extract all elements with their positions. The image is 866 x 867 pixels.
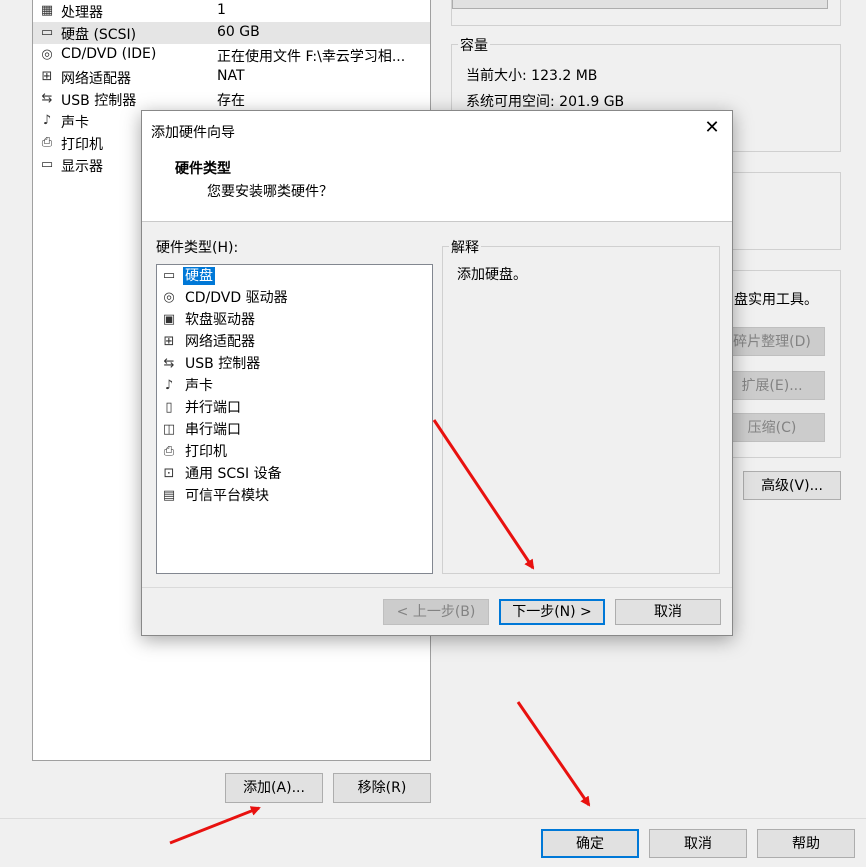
tpm-icon: ▤: [162, 488, 176, 503]
device-row[interactable]: ▦ 处理器 1: [33, 0, 430, 22]
device-name: 处理器: [61, 5, 103, 21]
device-summary: 1: [217, 2, 226, 18]
cd-dvd-icon: ◎: [163, 290, 175, 305]
capacity-title: 容量: [458, 35, 490, 55]
sound-card-icon: ♪: [164, 378, 174, 393]
hardware-type-label: 硬盘: [183, 267, 215, 285]
add-hardware-button[interactable]: 添加(A)...: [225, 773, 323, 803]
device-row[interactable]: ◎ CD/DVD (IDE) 正在使用文件 F:\幸云学习相...: [33, 44, 430, 66]
hardware-type-label: CD/DVD 驱动器: [185, 290, 288, 306]
cancel-button[interactable]: 取消: [649, 829, 747, 858]
dialog-cancel-button[interactable]: 取消: [615, 599, 721, 625]
add-hardware-wizard-dialog: 添加硬件向导 ✕ 硬件类型 您要安装哪类硬件？ 硬件类型(H): ▭ 硬盘 ◎ CD/…: [141, 110, 733, 636]
printer-icon: ⎙: [163, 444, 175, 459]
hardware-type-list[interactable]: ▭ 硬盘 ◎ CD/DVD 驱动器 ▣ 软盘驱动器 ⊞ 网络适配器 ⇆ USB 控制器 ♪ 声卡 ▯ 并行…: [156, 264, 433, 574]
explanation-title: 解释: [449, 237, 481, 257]
wizard-subheading: 您要安装哪类硬件？: [207, 184, 333, 200]
device-name: CD/DVD (IDE): [61, 46, 157, 62]
device-status-group: [451, 0, 841, 26]
device-name: 声卡: [61, 115, 89, 131]
defragment-button[interactable]: 碎片整理(D): [719, 327, 825, 356]
hardware-type-item[interactable]: ▣ 软盘驱动器: [159, 309, 429, 331]
dialog-footer-divider: [142, 587, 732, 588]
device-row[interactable]: ⊞ 网络适配器 NAT: [33, 66, 430, 88]
available-space-text: 系统可用空间: 201.9 GB: [466, 94, 625, 110]
hardware-type-item[interactable]: ⎙ 打印机: [159, 441, 429, 463]
parallel-port-icon: ▯: [165, 400, 173, 415]
bottom-divider: [0, 818, 866, 819]
hard-disk-icon: ▭: [40, 25, 54, 40]
hardware-type-label: 通用 SCSI 设备: [185, 466, 282, 482]
hardware-type-label: 打印机: [185, 444, 227, 460]
device-row[interactable]: ⇆ USB 控制器 存在: [33, 88, 430, 110]
expand-button[interactable]: 扩展(E)...: [719, 371, 825, 400]
dialog-title: 添加硬件向导: [151, 125, 235, 141]
sound-card-icon: ♪: [42, 113, 52, 128]
ok-button[interactable]: 确定: [541, 829, 639, 858]
dialog-header: 添加硬件向导 ✕ 硬件类型 您要安装哪类硬件？: [142, 111, 732, 222]
device-name: 网络适配器: [61, 71, 131, 87]
device-summary: NAT: [217, 68, 245, 84]
hardware-type-item[interactable]: ▤ 可信平台模块: [159, 485, 429, 507]
hardware-type-item[interactable]: ⊡ 通用 SCSI 设备: [159, 463, 429, 485]
back-button[interactable]: < 上一步(B): [383, 599, 489, 625]
serial-port-icon: ◫: [162, 422, 176, 437]
hardware-type-label: USB 控制器: [185, 356, 261, 372]
next-button[interactable]: 下一步(N) >: [499, 599, 605, 625]
device-row[interactable]: ▭ 硬盘 (SCSI) 60 GB: [33, 22, 430, 44]
disk-utilities-text: 盘实用工具。: [734, 292, 818, 308]
usb-icon: ⇆: [41, 91, 53, 106]
cpu-icon: ▦: [40, 3, 54, 18]
compact-button[interactable]: 压缩(C): [719, 413, 825, 442]
hardware-type-label: 声卡: [185, 378, 213, 394]
device-summary: 正在使用文件 F:\幸云学习相...: [217, 49, 406, 65]
hardware-type-label: 串行端口: [185, 422, 241, 438]
help-button[interactable]: 帮助: [757, 829, 855, 858]
device-name: 显示器: [61, 159, 103, 175]
hardware-type-label: 硬件类型(H):: [156, 240, 239, 256]
hardware-type-label: 可信平台模块: [185, 488, 269, 504]
arrow-to-ok-button: [516, 701, 591, 807]
device-name: 硬盘 (SCSI): [61, 27, 137, 43]
hardware-type-label: 网络适配器: [185, 334, 255, 350]
hardware-type-item[interactable]: ⊞ 网络适配器: [159, 331, 429, 353]
remove-hardware-button[interactable]: 移除(R): [333, 773, 431, 803]
explanation-group: 解释 添加硬盘。: [442, 237, 720, 574]
hardware-type-item[interactable]: ◫ 串行端口: [159, 419, 429, 441]
hardware-type-item[interactable]: ⇆ USB 控制器: [159, 353, 429, 375]
hardware-type-label: 软盘驱动器: [185, 312, 255, 328]
scsi-device-icon: ⊡: [163, 466, 175, 481]
hardware-type-item[interactable]: ◎ CD/DVD 驱动器: [159, 287, 429, 309]
current-size-text: 当前大小: 123.2 MB: [466, 68, 598, 84]
explanation-text: 添加硬盘。: [457, 267, 527, 283]
hardware-type-item[interactable]: ▭ 硬盘: [159, 265, 429, 287]
device-summary: 60 GB: [217, 24, 260, 40]
close-icon[interactable]: ✕: [701, 117, 723, 139]
hard-disk-icon: ▭: [162, 268, 176, 283]
wizard-heading: 硬件类型: [175, 161, 231, 177]
hardware-type-label: 并行端口: [185, 400, 241, 416]
floppy-icon: ▣: [162, 312, 176, 327]
usb-icon: ⇆: [163, 356, 175, 371]
top-field: [452, 0, 828, 9]
cd-dvd-icon: ◎: [41, 47, 53, 62]
device-summary: 存在: [217, 93, 245, 109]
network-adapter-icon: ⊞: [41, 69, 53, 84]
hardware-type-item[interactable]: ♪ 声卡: [159, 375, 429, 397]
arrow-to-add-button: [169, 806, 261, 845]
printer-icon: ⎙: [41, 135, 53, 150]
network-adapter-icon: ⊞: [163, 334, 175, 349]
display-icon: ▭: [40, 157, 54, 172]
device-name: 打印机: [61, 137, 103, 153]
device-name: USB 控制器: [61, 93, 137, 109]
advanced-button[interactable]: 高级(V)...: [743, 471, 841, 500]
hardware-type-item[interactable]: ▯ 并行端口: [159, 397, 429, 419]
